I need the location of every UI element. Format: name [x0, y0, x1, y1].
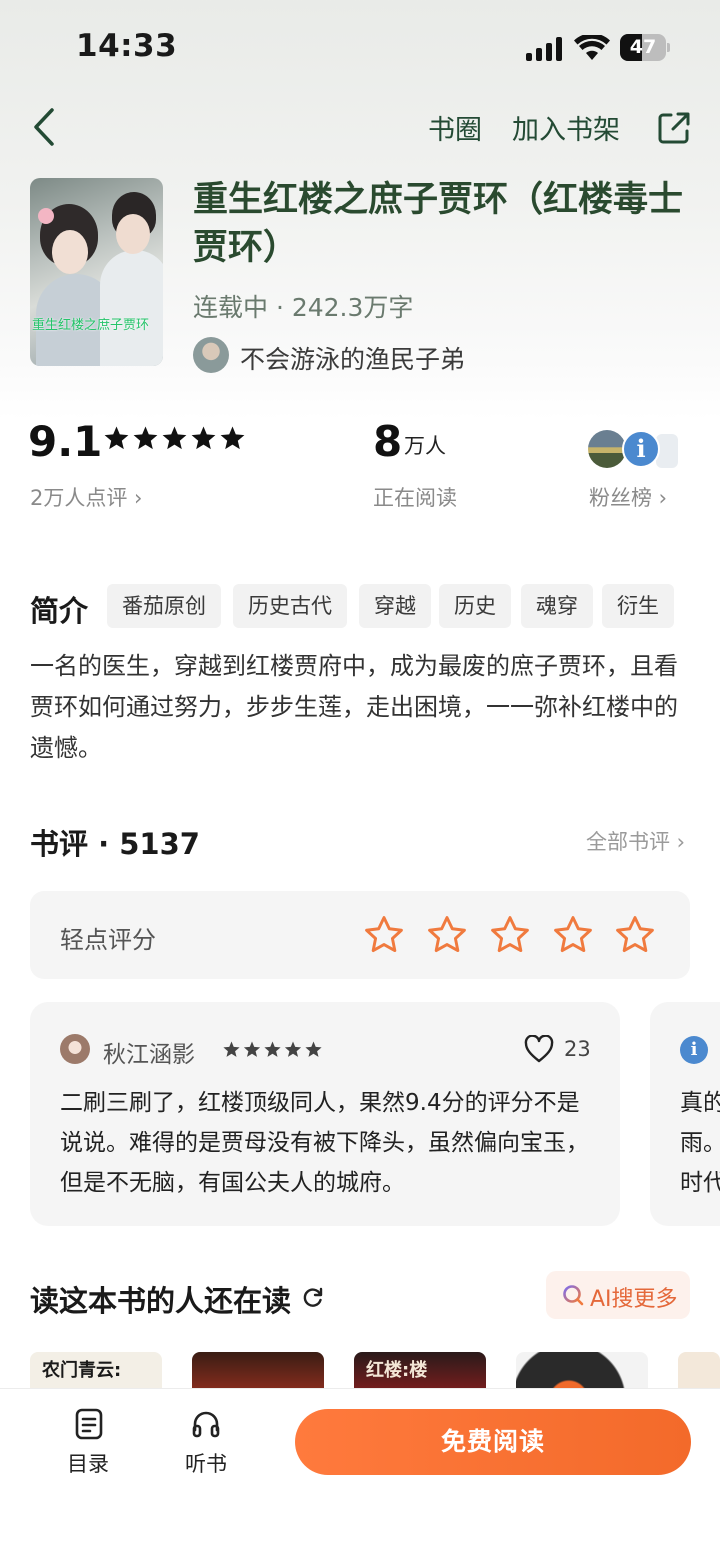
- review-text-line: 时代: [680, 1170, 720, 1196]
- review-text[interactable]: 真的 雨。 时代: [680, 1083, 720, 1203]
- intro-text[interactable]: 一名的医生，穿越到红楼贾府中，成为最废的庶子贾环，且看贾环如何通过努力，步步生莲…: [30, 646, 698, 769]
- rate-star-1[interactable]: [362, 913, 406, 957]
- review-stars: [223, 1041, 323, 1059]
- review-text-line: 雨。: [680, 1130, 720, 1156]
- signal-icon: [526, 37, 564, 61]
- review-text-line: 真的: [680, 1090, 720, 1116]
- recommended-book-cover[interactable]: 农门青云:: [30, 1352, 162, 1392]
- star-icon: [305, 1041, 322, 1057]
- tag-chip[interactable]: 历史: [439, 584, 511, 628]
- rate-star-4[interactable]: [551, 913, 595, 957]
- headphones-icon[interactable]: [191, 1408, 221, 1440]
- tag-chip[interactable]: 历史古代: [233, 584, 347, 628]
- readers-number: 8: [373, 417, 403, 466]
- free-read-button[interactable]: 免费阅读: [295, 1409, 691, 1475]
- rate-star-5[interactable]: [613, 913, 657, 957]
- cover-title-text: 重生红楼之庶子贾环: [32, 318, 150, 333]
- reviews-heading: 书评 · 5137: [30, 827, 200, 861]
- book-title: 重生红楼之庶子贾环（红楼毒士贾环）: [193, 180, 684, 268]
- tag-chip[interactable]: 魂穿: [521, 584, 593, 628]
- author-avatar[interactable]: [193, 337, 229, 373]
- star-icon: [133, 426, 158, 450]
- battery-percent: 47: [629, 36, 657, 58]
- also-reading-heading: 读这本书的人还在读: [30, 1284, 292, 1318]
- fan-avatar-1: [588, 430, 626, 468]
- recommended-book-cover[interactable]: [192, 1352, 324, 1392]
- catalog-icon[interactable]: [74, 1408, 104, 1440]
- star-icon: [162, 426, 187, 450]
- star-icon: [191, 426, 216, 450]
- review-text[interactable]: 二刷三刷了，红楼顶级同人，果然9.4分的评分不是说说。难得的是贾母没有被下降头，…: [60, 1083, 600, 1203]
- intro-heading: 简介: [30, 594, 89, 628]
- all-reviews-link[interactable]: 全部书评 ›: [586, 826, 685, 856]
- add-to-shelf-button[interactable]: 加入书架: [512, 108, 620, 147]
- catalog-button[interactable]: 目录: [67, 1448, 109, 1478]
- recommended-book-cover[interactable]: [516, 1352, 648, 1392]
- tag-chip[interactable]: 穿越: [359, 584, 431, 628]
- rating-score: 9.1: [28, 417, 103, 466]
- reviewer-name[interactable]: 秋江涵影: [103, 1035, 195, 1069]
- star-icon: [223, 1041, 240, 1057]
- heart-icon[interactable]: [524, 1034, 554, 1063]
- readers-label: 正在阅读: [373, 486, 457, 510]
- tag-chip[interactable]: 番茄原创: [107, 584, 221, 628]
- star-icon: [104, 426, 129, 450]
- book-cover[interactable]: 重生红楼之庶子贾环: [30, 178, 163, 366]
- share-icon[interactable]: [656, 110, 692, 146]
- book-meta: 连载中 · 242.3万字: [193, 293, 414, 322]
- recommended-book-cover[interactable]: [678, 1352, 720, 1392]
- recommended-book-cover[interactable]: 红楼:楼: [354, 1352, 486, 1392]
- status-time: 14:33: [76, 28, 178, 64]
- battery-icon: 47: [620, 34, 670, 61]
- ai-search-label[interactable]: AI搜更多: [590, 1281, 678, 1313]
- tag-chip[interactable]: 衍生: [602, 584, 674, 628]
- book-circle-link[interactable]: 书圈: [428, 108, 482, 147]
- fans-rank-link[interactable]: 粉丝榜 ›: [589, 482, 667, 512]
- back-button[interactable]: [28, 106, 60, 148]
- like-count: 23: [564, 1037, 591, 1061]
- star-icon: [220, 426, 245, 450]
- search-icon: [562, 1284, 584, 1306]
- star-icon: [284, 1041, 302, 1057]
- rating-stars: [104, 426, 246, 454]
- refresh-icon[interactable]: [302, 1286, 324, 1308]
- star-icon: [243, 1041, 261, 1057]
- reviewer-avatar[interactable]: i: [680, 1036, 708, 1064]
- recommended-book-cover-text: 农门青云:: [42, 1360, 122, 1381]
- listen-button[interactable]: 听书: [185, 1448, 227, 1478]
- rating-count-link[interactable]: 2万人点评 ›: [30, 482, 142, 512]
- readers-unit: 万人: [404, 434, 446, 458]
- fan-avatar-2: i: [622, 430, 660, 468]
- wifi-icon: [574, 33, 610, 61]
- star-icon: [264, 1041, 281, 1057]
- recommended-book-cover-text: 红楼:楼: [366, 1360, 428, 1381]
- rate-star-2[interactable]: [425, 913, 469, 957]
- author-name[interactable]: 不会游泳的渔民子弟: [240, 340, 465, 376]
- rate-star-3[interactable]: [488, 913, 532, 957]
- reviewer-avatar[interactable]: [60, 1034, 90, 1064]
- quick-rate-label: 轻点评分: [60, 926, 156, 954]
